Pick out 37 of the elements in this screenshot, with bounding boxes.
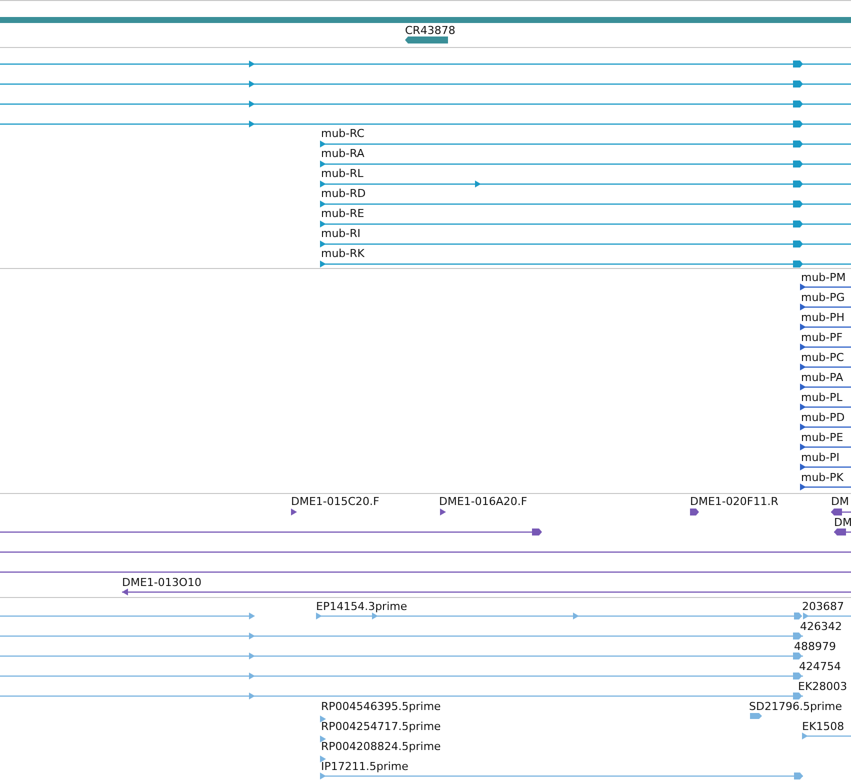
feature-label[interactable]: mub-PF bbox=[801, 331, 843, 344]
feature-label[interactable]: mub-PE bbox=[801, 431, 844, 444]
feature-label[interactable]: SD21796.5prime bbox=[749, 700, 842, 713]
feature-label[interactable]: mub-PI bbox=[801, 451, 840, 464]
feature-label[interactable]: DM bbox=[831, 495, 849, 508]
feature-label[interactable]: mub-PK bbox=[801, 471, 844, 484]
feature-label[interactable]: DME1-020F11.R bbox=[690, 495, 778, 508]
feature-label[interactable]: mub-PL bbox=[801, 391, 842, 404]
feature-label[interactable]: mub-PC bbox=[801, 351, 844, 364]
feature-label[interactable]: 424754 bbox=[799, 660, 841, 673]
feature-label[interactable]: mub-PM bbox=[801, 271, 846, 284]
feature-label[interactable]: mub-RK bbox=[321, 247, 364, 260]
feature-label[interactable]: DME1-016A20.F bbox=[439, 495, 528, 508]
feature-label[interactable]: RP004254717.5prime bbox=[321, 720, 441, 733]
feature-label[interactable]: DME1-013O10 bbox=[122, 576, 202, 589]
feature-label[interactable]: CR43878 bbox=[405, 24, 456, 37]
feature-label[interactable]: mub-RA bbox=[321, 147, 364, 160]
feature-label[interactable]: RP004546395.5prime bbox=[321, 700, 441, 713]
feature-label[interactable]: 488979 bbox=[794, 640, 836, 653]
feature-label[interactable]: mub-RC bbox=[321, 127, 364, 140]
feature-label[interactable]: EK28003 bbox=[798, 680, 848, 693]
feature-label[interactable]: DME1-015C20.F bbox=[291, 495, 380, 508]
feature-label[interactable]: EK1508 bbox=[802, 720, 844, 733]
feature-label[interactable]: EP14154.3prime bbox=[316, 600, 408, 613]
feature-label[interactable]: mub-RI bbox=[321, 227, 361, 240]
feature-label[interactable]: DM bbox=[834, 516, 851, 529]
feature-label[interactable]: mub-PD bbox=[801, 411, 845, 424]
feature-label[interactable]: mub-PH bbox=[801, 311, 845, 324]
feature-label[interactable]: mub-RD bbox=[321, 187, 366, 200]
feature-label[interactable]: IP17211.5prime bbox=[321, 760, 408, 773]
feature-label[interactable]: 203687 bbox=[802, 600, 844, 613]
feature-label[interactable]: mub-RL bbox=[321, 167, 364, 180]
feature-label[interactable]: mub-PG bbox=[801, 291, 845, 304]
feature-label[interactable]: 426342 bbox=[800, 620, 842, 633]
feature-label[interactable]: mub-RE bbox=[321, 207, 364, 220]
feature-label[interactable]: RP004208824.5prime bbox=[321, 740, 441, 753]
feature-label[interactable]: mub-PA bbox=[801, 371, 844, 384]
